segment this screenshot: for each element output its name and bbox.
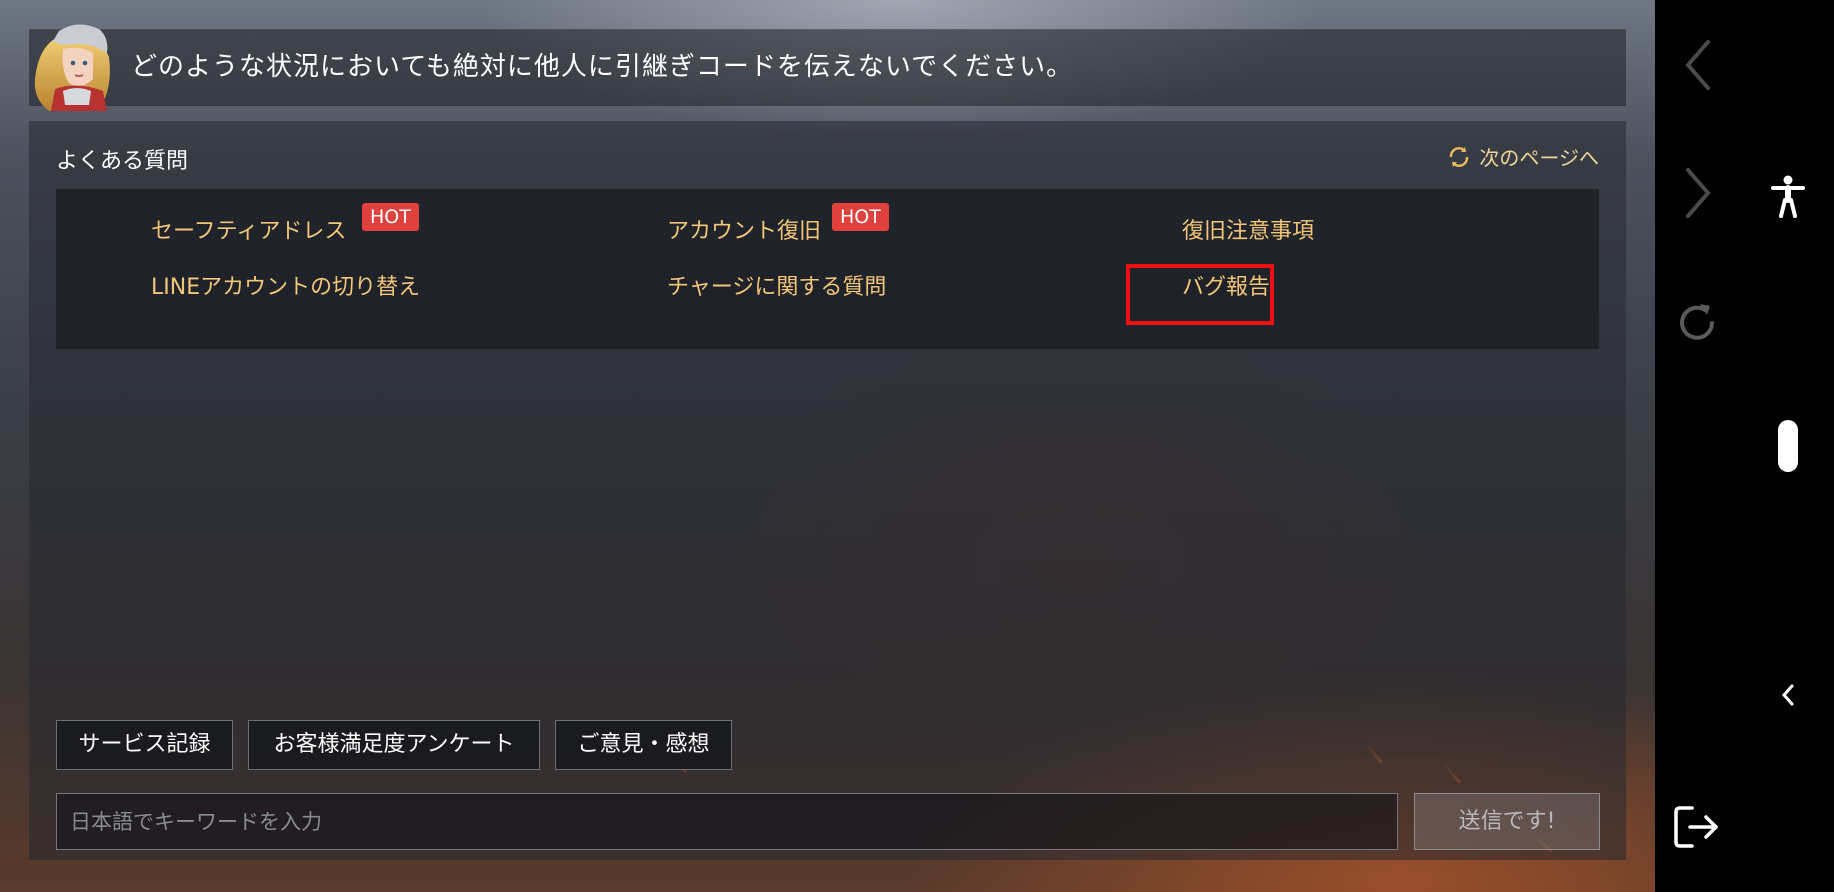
- browser-nav-bar: [1655, 0, 1834, 892]
- reload-icon[interactable]: [1672, 298, 1722, 348]
- next-page-label: 次のページへ: [1479, 146, 1599, 170]
- faq-title: よくある質問: [56, 149, 189, 174]
- faq-item-account-recovery[interactable]: アカウント復旧: [667, 213, 821, 245]
- faq-list: セーフティアドレス HOT アカウント復旧 HOT 復旧注意事項 LINEアカウ…: [56, 189, 1599, 349]
- refresh-icon: [1450, 146, 1469, 167]
- faq-item-charge-questions[interactable]: チャージに関する質問: [667, 269, 886, 301]
- accessibility-icon[interactable]: [1765, 174, 1811, 220]
- hot-badge: HOT: [832, 203, 889, 231]
- character-avatar: [34, 24, 110, 111]
- exit-icon[interactable]: [1672, 802, 1722, 852]
- faq-item-line-account-switch[interactable]: LINEアカウントの切り替え: [151, 269, 420, 301]
- next-page-link[interactable]: 次のページへ: [1447, 142, 1599, 171]
- scroll-handle[interactable]: [1778, 420, 1798, 472]
- faq-item-safety-address[interactable]: セーフティアドレス: [151, 213, 346, 245]
- survey-button[interactable]: お客様満足度アンケート: [248, 720, 540, 770]
- bug-report-highlight: [1126, 264, 1274, 325]
- screen: どのような状況においても絶対に他人に引継ぎコードを伝えないでください。 よくある…: [0, 0, 1834, 892]
- collapse-chevron-icon[interactable]: [1776, 680, 1800, 710]
- warning-message: どのような状況においても絶対に他人に引継ぎコードを伝えないでください。: [131, 52, 1074, 82]
- forward-arrow-icon[interactable]: [1680, 166, 1716, 220]
- hot-badge: HOT: [362, 203, 419, 231]
- back-arrow-icon[interactable]: [1680, 38, 1716, 92]
- feedback-button[interactable]: ご意見・感想: [555, 720, 732, 770]
- service-record-button[interactable]: サービス記録: [56, 720, 233, 770]
- send-button[interactable]: 送信です!: [1414, 793, 1600, 850]
- warning-banner: どのような状況においても絶対に他人に引継ぎコードを伝えないでください。: [29, 24, 1626, 111]
- faq-item-recovery-notes[interactable]: 復旧注意事項: [1182, 213, 1314, 245]
- keyword-search-input[interactable]: [56, 793, 1398, 850]
